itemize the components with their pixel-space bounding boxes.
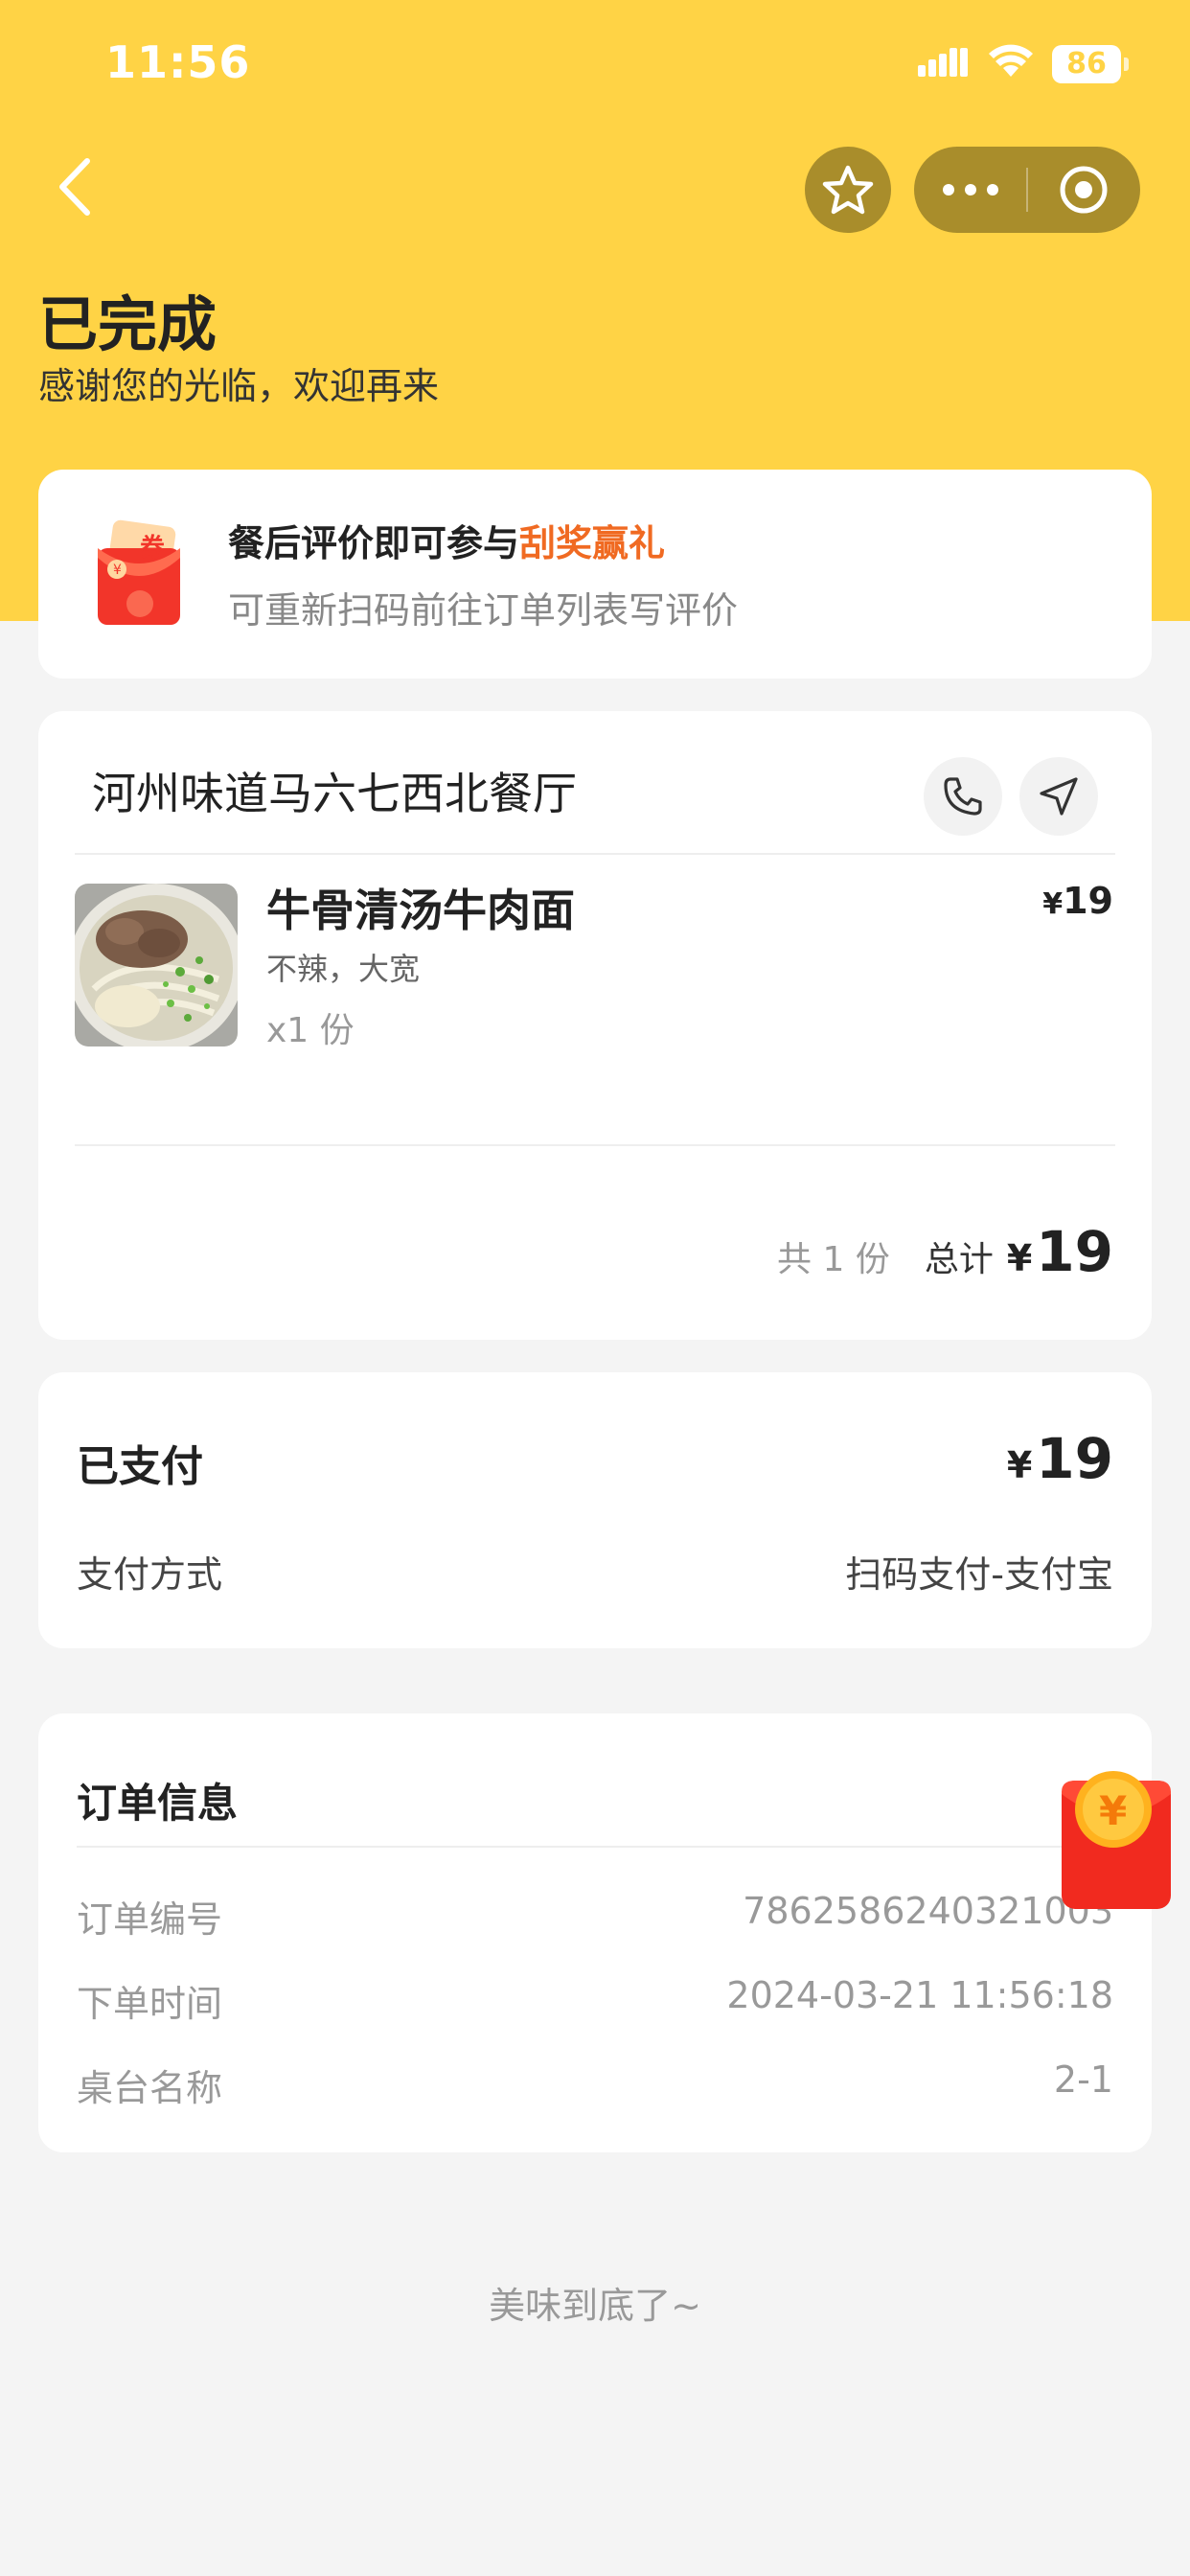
dish-price: ¥19	[1042, 880, 1113, 922]
favorite-button[interactable]	[805, 147, 891, 233]
page-subtitle: 感谢您的光临，欢迎再来	[38, 365, 440, 407]
coupon-icon-text: 券	[140, 534, 166, 563]
cellular-signal-icon	[918, 48, 968, 77]
phone-icon	[944, 777, 982, 816]
more-button[interactable]	[914, 147, 1027, 233]
store-name[interactable]: 河州味道马六七西北餐厅	[92, 759, 577, 822]
dish-quantity: x1 份	[266, 1011, 355, 1050]
call-store-button[interactable]	[924, 757, 1002, 836]
payment-status: 已支付	[77, 1442, 203, 1491]
promo-title: 餐后评价即可参与刮奖赢礼	[228, 514, 665, 566]
red-packet-symbol: ¥	[1099, 1787, 1127, 1834]
summary-count: 共 1 份	[777, 1240, 890, 1279]
dish-price-value: 19	[1063, 880, 1113, 922]
end-of-page-text: 美味到底了~	[489, 2285, 701, 2327]
payment-amount-value: 19	[1036, 1426, 1113, 1491]
svg-text:¥: ¥	[113, 563, 122, 578]
dish-price-currency: ¥	[1042, 887, 1064, 921]
star-icon	[822, 165, 874, 215]
payment-currency: ¥	[1006, 1444, 1033, 1486]
store-divider	[75, 853, 1115, 855]
table-name-value: 2-1	[1053, 2058, 1113, 2101]
payment-card: 已支付 ¥ 19 支付方式 扫码支付-支付宝	[38, 1372, 1152, 1648]
summary-total-label: 总计	[924, 1240, 994, 1279]
summary-currency: ¥	[1006, 1237, 1033, 1279]
back-button[interactable]	[53, 153, 101, 220]
navigate-button[interactable]	[1019, 757, 1098, 836]
order-summary: 共 1 份 总计 ¥ 19	[777, 1219, 1113, 1284]
summary-total: 19	[1036, 1219, 1113, 1284]
target-circle-icon	[1060, 166, 1108, 214]
payment-amount: ¥ 19	[1007, 1426, 1113, 1491]
info-divider	[77, 1846, 1113, 1848]
review-promo-card[interactable]: ¥ 券 餐后评价即可参与刮奖赢礼 可重新扫码前往订单列表写评价	[38, 470, 1152, 678]
status-time: 11:56	[105, 36, 251, 88]
order-time-value: 2024-03-21 11:56:18	[726, 1974, 1113, 2016]
info-label: 订单编号	[77, 1898, 223, 1941]
info-row-order-time: 下单时间 2024-03-21 11:56:18	[77, 1974, 1113, 2025]
info-row-order-number: 订单编号 7862586240321003	[77, 1890, 1113, 1941]
info-row-table: 桌台名称 2-1	[77, 2058, 1113, 2109]
promo-subtitle: 可重新扫码前往订单列表写评价	[228, 589, 739, 632]
coupon-envelope-icon: ¥ 券	[98, 519, 180, 625]
payment-method-label: 支付方式	[77, 1553, 223, 1596]
dish-image	[75, 884, 238, 1046]
order-card: 河州味道马六七西北餐厅 牛骨清汤牛肉面 不辣，大宽 x1 份 ¥19 共 1 份…	[38, 711, 1152, 1340]
payment-method-value: 扫码支付-支付宝	[845, 1553, 1113, 1596]
promo-title-highlight: 刮奖赢礼	[519, 522, 666, 564]
dish-name: 牛骨清汤牛肉面	[266, 885, 575, 936]
red-packet-icon[interactable]: ¥	[1058, 1765, 1175, 1913]
order-info-card: 订单信息 订单编号 7862586240321003 下单时间 2024-03-…	[38, 1714, 1152, 2152]
info-label: 下单时间	[77, 1983, 223, 2025]
battery-indicator: 86	[1052, 45, 1129, 83]
mini-program-capsule	[914, 147, 1140, 233]
promo-title-prefix: 餐后评价即可参与	[228, 522, 520, 564]
items-divider	[75, 1144, 1115, 1146]
chevron-left-icon	[59, 158, 90, 216]
page-title: 已完成	[38, 289, 217, 359]
info-label: 桌台名称	[77, 2067, 223, 2109]
order-info-title: 订单信息	[77, 1780, 239, 1827]
more-dots-icon	[943, 184, 998, 196]
wifi-icon	[989, 44, 1033, 77]
dish-spec: 不辣，大宽	[266, 951, 421, 987]
navigation-arrow-icon	[1040, 777, 1078, 816]
close-mini-program-button[interactable]	[1027, 147, 1140, 233]
